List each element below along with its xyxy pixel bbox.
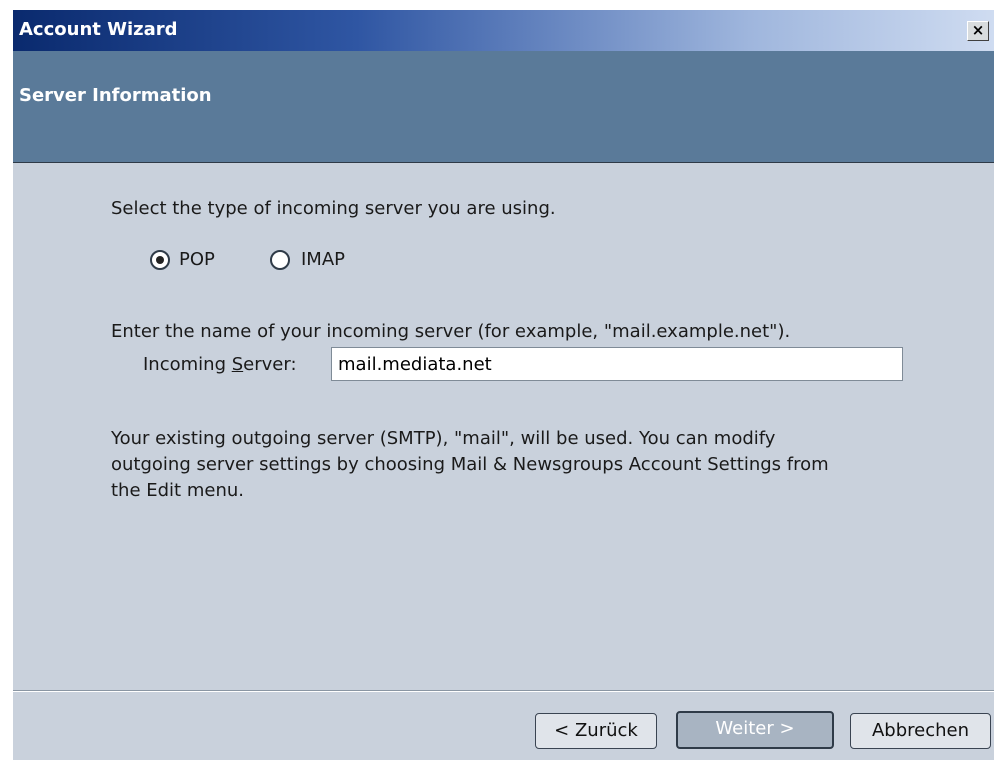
radio-pop[interactable]: [150, 250, 170, 270]
outgoing-note-line-3: the Edit menu.: [111, 480, 244, 501]
next-button[interactable]: Weiter >: [676, 711, 834, 749]
cancel-button[interactable]: Abbrechen: [850, 713, 991, 749]
page-title: Server Information: [19, 85, 212, 106]
close-button[interactable]: ×: [967, 21, 989, 41]
back-button[interactable]: < Zurück: [535, 713, 657, 749]
footer-divider: [13, 690, 994, 692]
incoming-server-input[interactable]: [331, 347, 903, 381]
account-wizard-window: Account Wizard × Server Information Sele…: [12, 10, 994, 760]
incoming-server-prompt: Enter the name of your incoming server (…: [111, 321, 791, 342]
server-type-prompt: Select the type of incoming server you a…: [111, 198, 556, 219]
incoming-label-accel: S: [231, 354, 244, 375]
window-title: Account Wizard: [19, 19, 178, 40]
incoming-label-pre: Incoming: [143, 354, 232, 375]
outgoing-note-line-1: Your existing outgoing server (SMTP), "m…: [111, 428, 776, 449]
outgoing-note-line-2: outgoing server settings by choosing Mai…: [111, 454, 829, 475]
incoming-label-post: erver:: [243, 354, 297, 375]
radio-imap[interactable]: [270, 250, 290, 270]
incoming-server-label: Incoming Server:: [143, 354, 297, 375]
wizard-header: Server Information: [13, 51, 994, 163]
radio-pop-label[interactable]: POP: [179, 249, 215, 270]
title-bar[interactable]: Account Wizard ×: [13, 10, 994, 51]
radio-imap-label[interactable]: IMAP: [301, 249, 345, 270]
wizard-content: Select the type of incoming server you a…: [13, 162, 994, 690]
radio-selected-dot: [156, 256, 164, 264]
